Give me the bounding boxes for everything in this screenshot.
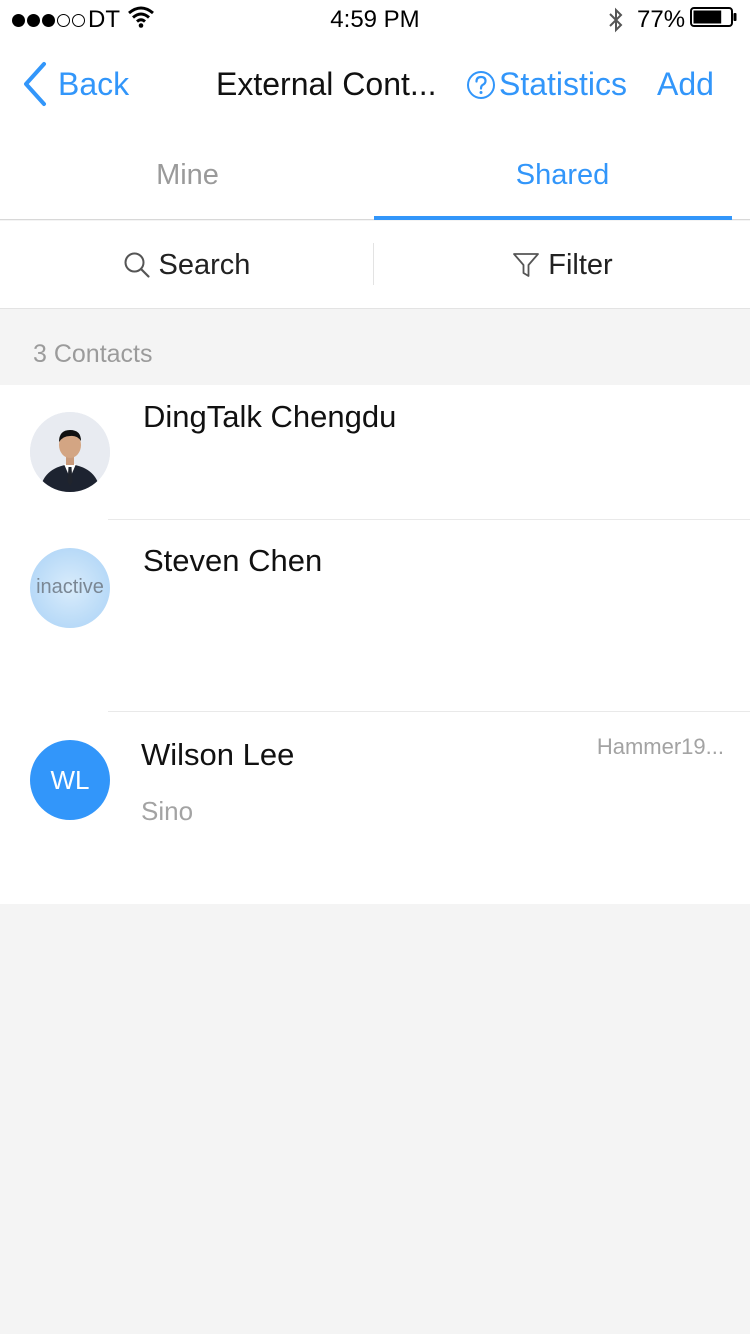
navigation-bar: Back External Cont... Statistics Add bbox=[0, 40, 750, 130]
avatar bbox=[30, 412, 110, 492]
active-tab-indicator bbox=[374, 216, 732, 220]
contact-name: DingTalk Chengdu bbox=[143, 399, 397, 434]
back-chevron-icon bbox=[24, 62, 46, 106]
tab-mine[interactable]: Mine bbox=[0, 130, 375, 220]
back-button[interactable]: Back bbox=[22, 60, 129, 108]
list-item[interactable]: DingTalk Chengdu bbox=[0, 385, 750, 520]
inactive-label: inactive bbox=[36, 576, 104, 598]
question-circle-icon bbox=[467, 70, 495, 99]
list-item[interactable]: inactive Steven Chen bbox=[0, 520, 750, 712]
contact-name: Steven Chen bbox=[143, 543, 323, 578]
avatar: inactive bbox=[30, 548, 110, 628]
search-icon bbox=[124, 252, 150, 278]
search-label: Search bbox=[158, 248, 251, 281]
contact-list: DingTalk Chengdu inactive Steven Chen WL… bbox=[0, 385, 750, 904]
statistics-label: Statistics bbox=[499, 66, 628, 102]
contacts-count: 3 Contacts bbox=[33, 340, 153, 368]
person-photo-icon bbox=[30, 412, 110, 492]
battery-icon bbox=[690, 6, 737, 27]
page-title: External Cont... bbox=[216, 66, 437, 102]
filter-icon bbox=[513, 253, 540, 277]
tab-bar: Mine Shared bbox=[0, 130, 750, 220]
statistics-button[interactable]: Statistics bbox=[466, 66, 627, 103]
status-bar: DT 4:59 PM 77% bbox=[0, 0, 750, 40]
add-button[interactable]: Add bbox=[657, 66, 714, 103]
bluetooth-icon bbox=[606, 6, 626, 41]
filter-button[interactable]: Filter bbox=[375, 221, 750, 309]
list-item[interactable]: WL Wilson Lee Sino Hammer19... bbox=[0, 712, 750, 904]
filter-label: Filter bbox=[548, 248, 613, 281]
contact-company: Sino bbox=[141, 796, 194, 826]
tab-shared[interactable]: Shared bbox=[375, 130, 750, 220]
contact-name: Wilson Lee bbox=[141, 737, 295, 772]
contact-meta: Hammer19... bbox=[596, 734, 724, 759]
avatar: WL bbox=[30, 740, 110, 820]
battery-percentage: 77% bbox=[637, 6, 686, 33]
toolbar-divider bbox=[373, 243, 374, 285]
search-button[interactable]: Search bbox=[0, 221, 373, 309]
back-label: Back bbox=[58, 65, 130, 102]
toolbar: Search Filter bbox=[0, 221, 750, 309]
empty-area bbox=[0, 904, 750, 1334]
